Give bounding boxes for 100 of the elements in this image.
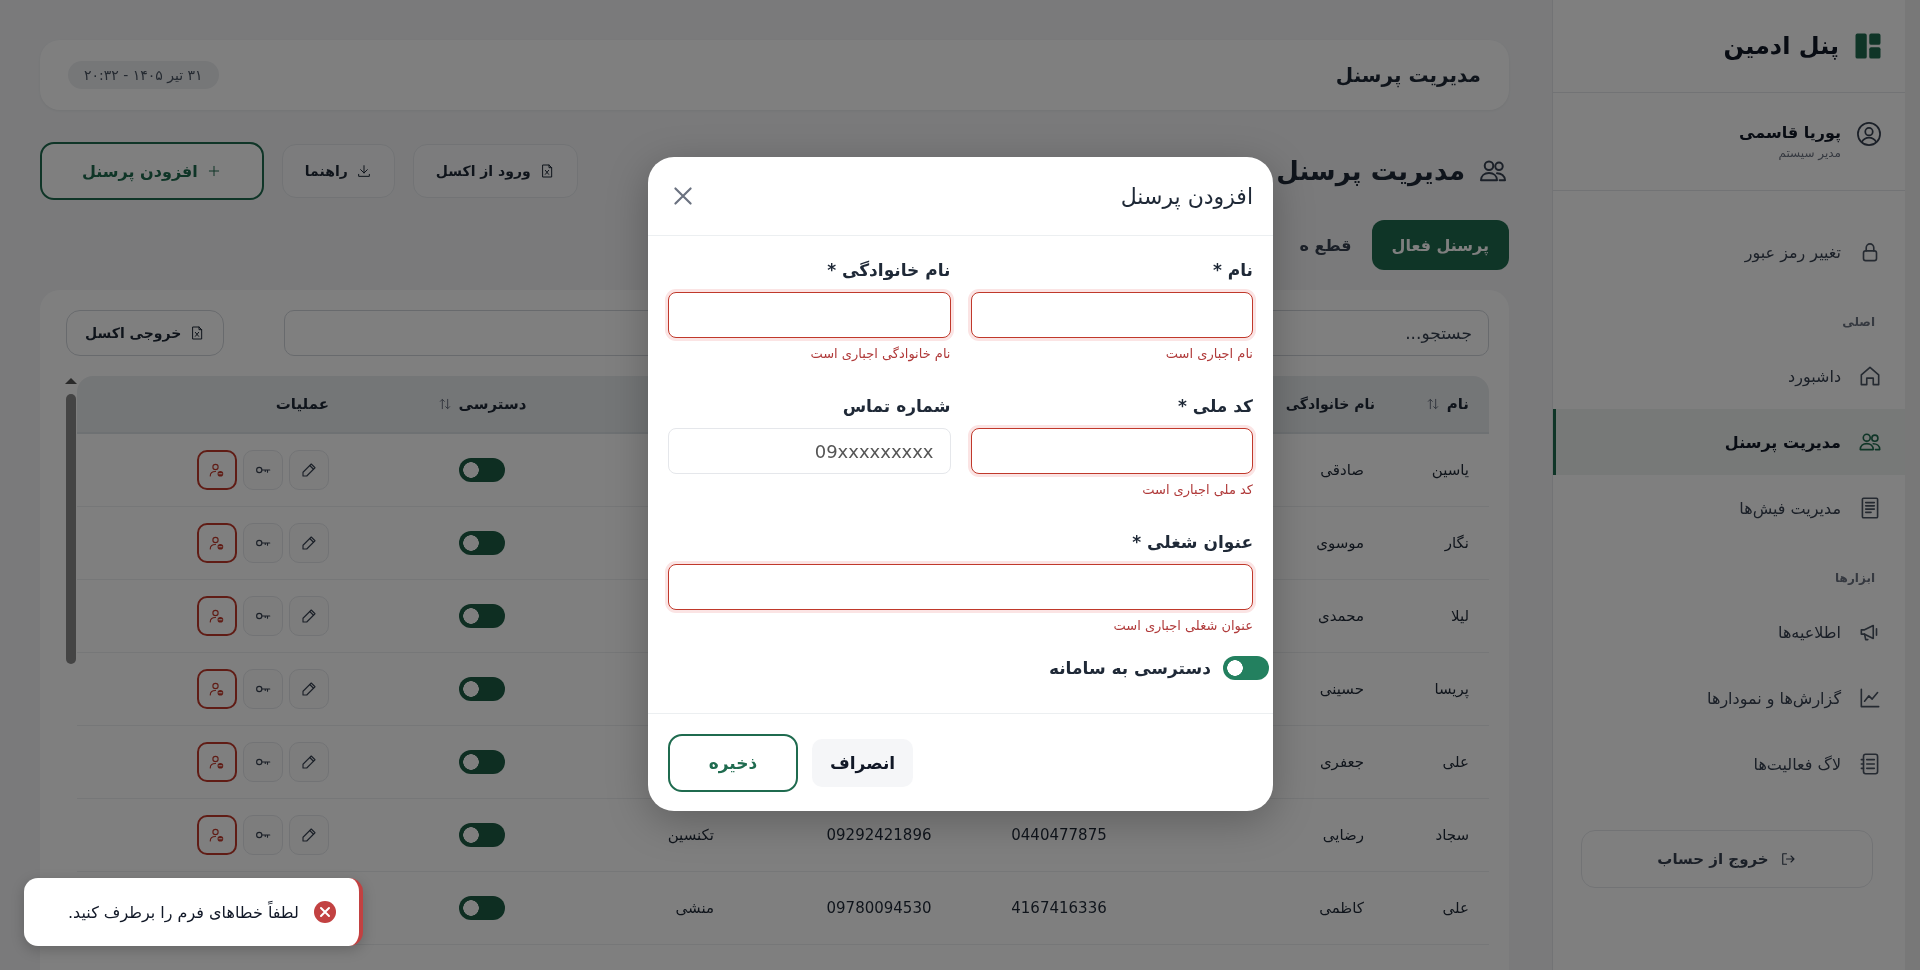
field-label: عنوان شغلی * — [1131, 531, 1253, 554]
table-cell: موسوی — [1316, 534, 1364, 552]
field-label: شماره تماس — [841, 395, 951, 418]
access-toggle[interactable] — [458, 896, 505, 920]
guide-button[interactable]: راهنما — [281, 144, 395, 198]
access-toggle[interactable] — [458, 604, 505, 628]
sidebar-item[interactable]: داشبورد — [1553, 343, 1905, 409]
section-title: ابزارها — [1834, 571, 1876, 587]
edit-button[interactable] — [289, 815, 329, 855]
column-header: نام خانوادگی — [1285, 396, 1375, 412]
deactivate-user-button[interactable] — [197, 669, 237, 709]
user-minus-icon — [208, 607, 226, 625]
add-personnel-button[interactable]: افزودن پرسنل — [40, 142, 264, 200]
table-cell: 09292421896 — [826, 826, 932, 844]
password-button[interactable] — [243, 669, 283, 709]
deactivate-user-button[interactable] — [197, 523, 237, 563]
table-cell: جعفری — [1319, 753, 1364, 771]
input-field[interactable] — [970, 428, 1253, 474]
import-excel-button[interactable]: ورود از اکسل — [412, 144, 578, 198]
section-title: اصلی — [1841, 315, 1876, 331]
pencil-icon — [300, 826, 318, 844]
pencil-icon — [300, 680, 318, 698]
toast-message: لطفاً خطاهای فرم را برطرف کنید. — [68, 902, 299, 922]
toggle-label: دسترسی به سامانه — [1048, 658, 1211, 678]
column-header: عملیات — [275, 395, 329, 413]
table-cell: محمدی — [1318, 607, 1364, 625]
password-button[interactable] — [243, 596, 283, 636]
access-toggle[interactable] — [458, 750, 505, 774]
input-field[interactable] — [668, 564, 1253, 610]
user-minus-icon — [208, 461, 226, 479]
input-field[interactable] — [970, 292, 1253, 338]
table-cell: 4167416336 — [1011, 899, 1107, 917]
table-cell: کاظمی — [1319, 899, 1364, 917]
edit-button[interactable] — [289, 669, 329, 709]
password-button[interactable] — [243, 523, 283, 563]
access-toggle[interactable] — [458, 677, 505, 701]
sidebar-item[interactable]: اطلاعیه‌ها — [1553, 599, 1905, 665]
table-cell: علی — [1442, 753, 1469, 771]
sidebar-item[interactable]: مدیریت فیش‌ها — [1553, 475, 1905, 541]
password-button[interactable] — [243, 742, 283, 782]
export-excel-button[interactable]: خروجی اکسل — [66, 310, 225, 356]
password-button[interactable] — [243, 815, 283, 855]
field-label: نام * — [1211, 259, 1253, 282]
edit-button[interactable] — [289, 596, 329, 636]
datetime-chip: ۳۱ تیر ۱۴۰۵ - ۲۰:۳۲ — [68, 61, 219, 89]
access-toggle[interactable] — [458, 823, 505, 847]
pencil-icon — [300, 534, 318, 552]
table-cell: منشی — [675, 899, 714, 917]
column-header: نام — [1446, 395, 1469, 413]
password-button[interactable] — [243, 450, 283, 490]
pencil-icon — [300, 461, 318, 479]
deactivate-user-button[interactable] — [197, 450, 237, 490]
user-avatar-icon — [1855, 120, 1883, 148]
edit-button[interactable] — [289, 742, 329, 782]
edit-button[interactable] — [289, 450, 329, 490]
user-name: پوریا قاسمی — [1739, 123, 1841, 142]
access-toggle[interactable] — [458, 458, 505, 482]
download-icon — [355, 163, 372, 179]
sidebar-item[interactable]: لاگ فعالیت‌ها — [1553, 731, 1905, 797]
user-role: مدیر سیستم — [1777, 146, 1841, 160]
field-label: کد ملی * — [1176, 395, 1253, 418]
table-cell: حسینی — [1319, 680, 1364, 698]
table-cell: سجاد — [1435, 826, 1469, 844]
logout-button[interactable]: خروج از حساب — [1581, 830, 1873, 888]
deactivate-user-button[interactable] — [197, 815, 237, 855]
pencil-icon — [300, 753, 318, 771]
table-cell: نگار — [1444, 534, 1469, 552]
save-button[interactable]: ذخیره — [668, 733, 798, 792]
deactivate-user-button[interactable] — [197, 596, 237, 636]
table-cell: تکنسین — [667, 826, 714, 844]
table-cell: 09780094530 — [826, 899, 932, 917]
user-minus-icon — [208, 534, 226, 552]
user-minus-icon — [208, 826, 226, 844]
pencil-icon — [300, 607, 318, 625]
sidebar-item[interactable]: تغییر رمز عبور — [1553, 219, 1905, 285]
tab[interactable]: پرسنل فعال — [1371, 220, 1509, 270]
sidebar-item[interactable]: مدیریت پرسنل — [1553, 409, 1905, 475]
error-message: نام خانوادگی اجباری است — [809, 346, 951, 361]
error-icon — [312, 900, 337, 924]
error-message: نام اجباری است — [1164, 346, 1253, 361]
header-title: مدیریت پرسنل — [1335, 63, 1481, 87]
deactivate-user-button[interactable] — [197, 742, 237, 782]
sidebar-item[interactable]: گزارش‌ها و نمودارها — [1553, 665, 1905, 731]
input-field[interactable] — [668, 292, 951, 338]
table-cell: رضایی — [1322, 826, 1364, 844]
access-toggle[interactable] — [458, 531, 505, 555]
logo-icon — [1853, 31, 1883, 61]
modal-title: افزودن پرسنل — [1120, 183, 1253, 209]
table-cell: 0440477875 — [1011, 826, 1107, 844]
brand-title: پنل ادمین — [1723, 32, 1839, 60]
column-header: دسترسی — [458, 395, 527, 413]
page-title: مدیریت پرسنل — [1276, 156, 1465, 186]
access-toggle[interactable] — [1223, 656, 1269, 680]
error-message: کد ملی اجباری است — [1141, 482, 1253, 497]
tab[interactable]: قطع ه — [1279, 220, 1372, 270]
field-label: نام خانوادگی * — [826, 259, 951, 282]
cancel-button[interactable]: انصراف — [812, 738, 914, 787]
edit-button[interactable] — [289, 523, 329, 563]
table-cell: لیلا — [1450, 607, 1469, 625]
user-minus-icon — [208, 680, 226, 698]
